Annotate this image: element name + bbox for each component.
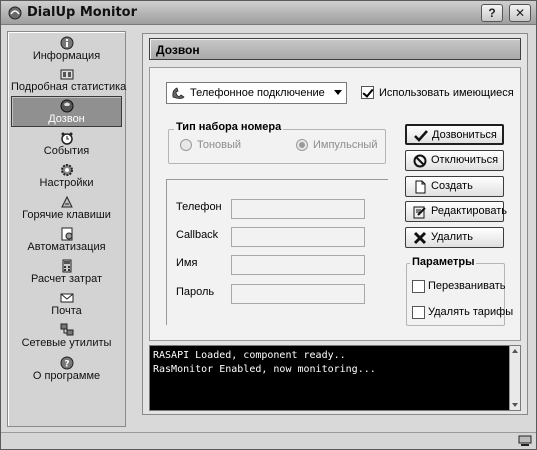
- divider: [166, 179, 388, 180]
- create-button-label: Создать: [431, 180, 473, 192]
- help-icon: ?: [60, 356, 73, 370]
- params-title: Параметры: [410, 256, 477, 268]
- delete-button-label: Удалить: [431, 231, 473, 243]
- alarm-clock-icon: [60, 132, 73, 145]
- sidebar-item-label: Настройки: [39, 177, 94, 189]
- resize-grip-icon[interactable]: [518, 435, 532, 447]
- sidebar-item-settings[interactable]: Настройки: [11, 161, 122, 192]
- scroll-down-icon[interactable]: [512, 403, 518, 407]
- statistics-icon: [60, 69, 73, 80]
- sidebar-item-label: События: [43, 145, 90, 157]
- use-existing-label[interactable]: Использовать имеющиеся: [379, 87, 514, 99]
- delete-tariffs-checkbox[interactable]: [412, 306, 425, 319]
- sidebar-item-info[interactable]: Информация: [11, 34, 122, 65]
- window-title: DialUp Monitor: [27, 5, 137, 20]
- callback-label: Callback: [176, 229, 219, 241]
- connection-select-value: Телефонное подключение: [190, 87, 325, 99]
- sidebar-item-dial[interactable]: Дозвон: [11, 96, 122, 127]
- sidebar-item-statistics[interactable]: Подробная статистика: [11, 65, 127, 96]
- close-button[interactable]: ✕: [509, 4, 531, 22]
- sidebar-item-label: Информация: [32, 50, 101, 62]
- name-field[interactable]: [231, 255, 365, 275]
- stop-icon: [413, 154, 427, 168]
- help-button[interactable]: ?: [481, 4, 503, 22]
- sidebar-item-label: Сетевые утилиты: [21, 337, 112, 349]
- sidebar-item-label: Расчет затрат: [30, 273, 103, 285]
- tone-label[interactable]: Тоновый: [197, 139, 241, 151]
- phone-field[interactable]: [231, 199, 365, 219]
- sidebar-item-label: Автоматизация: [27, 241, 106, 253]
- tone-radio[interactable]: [180, 139, 192, 151]
- log-console[interactable]: RASAPI Loaded, component ready.. RasMoni…: [149, 345, 521, 411]
- name-label: Имя: [176, 257, 198, 269]
- svg-text:?: ?: [64, 360, 69, 370]
- edit-button[interactable]: Редактировать: [405, 201, 507, 222]
- sidebar-item-label: Почта: [51, 305, 82, 317]
- checkmark-icon: [414, 130, 428, 142]
- sidebar-item-about[interactable]: ? О программе: [11, 354, 122, 385]
- callback-field[interactable]: [231, 227, 365, 247]
- dial-panel: Телефонное подключение Использовать имею…: [149, 67, 521, 341]
- close-icon: [413, 231, 427, 245]
- calculator-icon: [62, 259, 71, 273]
- password-field[interactable]: [231, 284, 365, 304]
- sidebar-item-label: Дозвон: [48, 113, 85, 125]
- edit-button-label: Редактировать: [431, 205, 507, 217]
- password-label: Пароль: [176, 286, 215, 298]
- sidebar-item-label: О программе: [32, 370, 101, 382]
- sidebar-item-automation[interactable]: Автоматизация: [11, 225, 122, 256]
- divider: [166, 179, 167, 325]
- disconnect-button-label: Отключиться: [431, 154, 499, 166]
- chevron-down-icon[interactable]: [334, 90, 342, 95]
- app-logo-icon: [8, 6, 22, 20]
- app-window: DialUp Monitor ? ✕ Информация Подробная …: [0, 0, 537, 450]
- phone-connection-icon: [172, 87, 185, 99]
- sidebar: Информация Подробная статистика Дозвон С…: [7, 31, 126, 427]
- redial-checkbox[interactable]: [412, 280, 425, 293]
- panel-header: Дозвон: [149, 38, 521, 60]
- log-line: RasMonitor Enabled, now monitoring...: [153, 364, 376, 375]
- main-panel: Дозвон Телефонное подключение Использова…: [142, 33, 528, 415]
- delete-tariffs-label[interactable]: Удалять тарифы: [428, 306, 513, 318]
- log-line: RASAPI Loaded, component ready..: [153, 350, 346, 361]
- network-icon: [60, 323, 73, 336]
- sidebar-item-label: Подробная статистика: [11, 81, 127, 93]
- delete-button[interactable]: Удалить: [405, 227, 504, 248]
- new-document-icon: [415, 180, 426, 194]
- gear-icon: [60, 164, 73, 176]
- connection-select[interactable]: Телефонное подключение: [166, 82, 347, 104]
- automation-icon: [61, 227, 72, 241]
- status-bar: [1, 432, 536, 449]
- sidebar-item-network[interactable]: Сетевые утилиты: [11, 321, 122, 352]
- sidebar-item-events[interactable]: События: [11, 129, 122, 160]
- dial-type-title: Тип набора номера: [174, 121, 284, 133]
- log-scrollbar[interactable]: [509, 346, 520, 410]
- hotkeys-icon: [60, 195, 73, 208]
- sidebar-item-costs[interactable]: Расчет затрат: [11, 257, 122, 288]
- use-existing-checkbox[interactable]: [361, 86, 374, 99]
- pulse-radio[interactable]: [296, 139, 308, 151]
- disconnect-button[interactable]: Отключиться: [405, 150, 504, 171]
- phone-icon: [60, 99, 73, 113]
- phone-label: Телефон: [176, 201, 222, 213]
- dial-button-label: Дозвониться: [432, 129, 497, 141]
- mail-icon: [60, 293, 73, 303]
- create-button[interactable]: Создать: [405, 176, 504, 197]
- info-icon: [60, 36, 73, 50]
- edit-icon: [413, 206, 426, 219]
- pulse-label[interactable]: Импульсный: [313, 139, 377, 151]
- sidebar-item-mail[interactable]: Почта: [11, 289, 122, 320]
- scroll-up-icon[interactable]: [512, 349, 518, 353]
- sidebar-item-label: Горячие клавиши: [22, 209, 111, 221]
- dial-button[interactable]: Дозвониться: [405, 124, 504, 145]
- title-bar[interactable]: DialUp Monitor ? ✕: [1, 1, 536, 25]
- sidebar-item-hotkeys[interactable]: Горячие клавиши: [11, 193, 122, 224]
- redial-label[interactable]: Перезванивать: [428, 280, 505, 292]
- panel-title: Дозвон: [156, 43, 200, 57]
